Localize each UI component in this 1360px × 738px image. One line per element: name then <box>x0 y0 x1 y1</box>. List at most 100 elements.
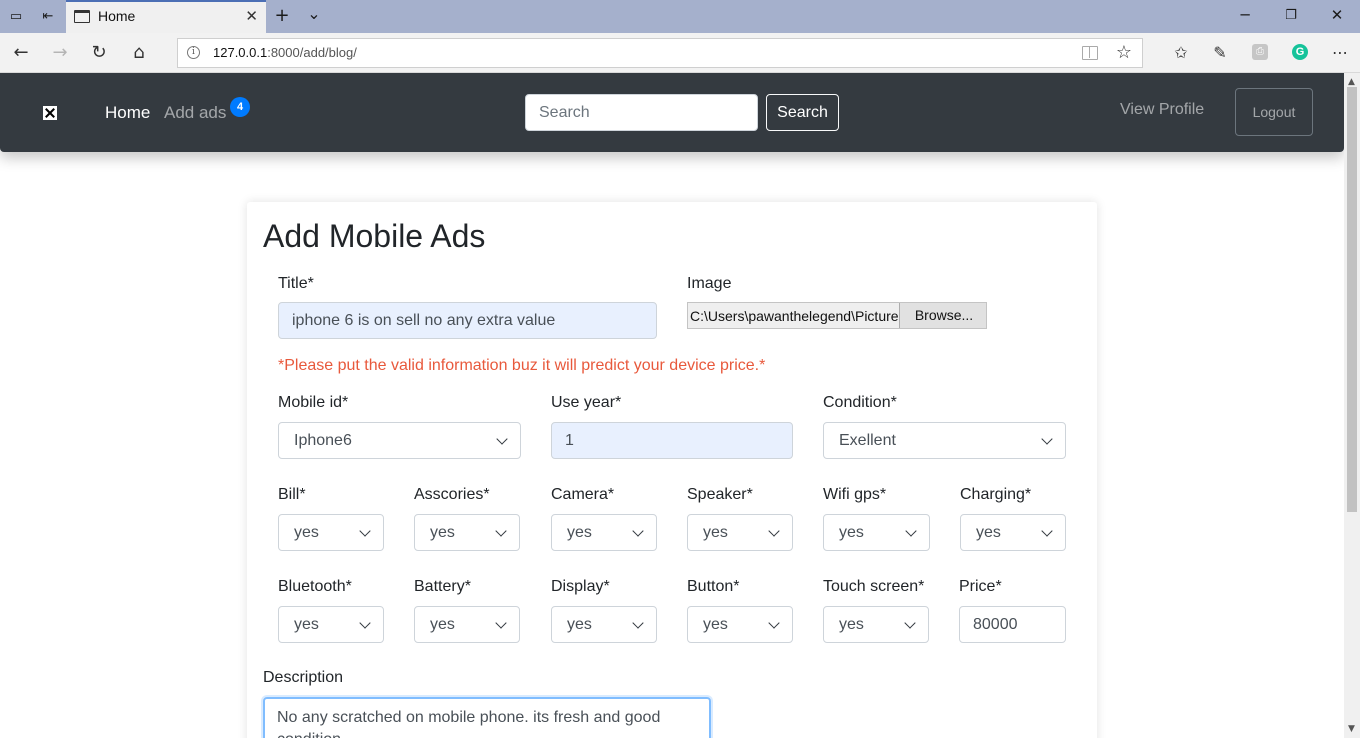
chevron-down-icon <box>495 525 507 537</box>
accessories-value: yes <box>430 524 455 541</box>
wifi-gps-label: Wifi gps* <box>823 486 887 503</box>
address-bar[interactable]: i 127.0.0.1:8000/add/blog/ ☆ <box>177 38 1143 68</box>
new-tab-icon[interactable]: + <box>274 5 290 26</box>
image-label: Image <box>687 275 732 292</box>
battery-label: Battery* <box>414 578 471 595</box>
bill-select[interactable]: yes <box>278 514 384 551</box>
pen-notes-icon[interactable]: ✎ <box>1209 42 1231 64</box>
chevron-down-icon <box>1041 433 1053 445</box>
page-scrollbar[interactable]: ▲ ▼ <box>1344 73 1360 738</box>
close-tab-icon[interactable]: ✕ <box>245 7 258 25</box>
condition-label: Condition* <box>823 394 897 411</box>
speaker-label: Speaker* <box>687 486 753 503</box>
title-label: Title* <box>278 275 314 292</box>
description-label: Description <box>263 669 344 686</box>
touch-screen-label: Touch screen* <box>823 578 925 595</box>
display-value: yes <box>567 616 592 633</box>
use-year-input[interactable]: 1 <box>551 422 793 459</box>
logout-button[interactable]: Logout <box>1235 88 1313 136</box>
favorite-star-icon[interactable]: ☆ <box>1116 42 1132 63</box>
button-select[interactable]: yes <box>687 606 793 643</box>
use-year-label: Use year* <box>551 394 622 411</box>
speaker-value: yes <box>703 524 728 541</box>
chevron-down-icon <box>904 617 916 629</box>
reading-view-icon[interactable] <box>1082 46 1098 60</box>
close-window-icon[interactable]: ✕ <box>1327 6 1347 24</box>
brand-logo-icon[interactable] <box>43 106 57 120</box>
view-profile-link[interactable]: View Profile <box>1120 101 1204 119</box>
set-tabs-aside-icon[interactable]: ⇤ <box>40 8 56 24</box>
forward-arrow-icon[interactable]: → <box>49 42 71 64</box>
description-textarea[interactable]: No any scratched on mobile phone. its fr… <box>263 697 711 738</box>
wifi-gps-value: yes <box>839 524 864 541</box>
speaker-select[interactable]: yes <box>687 514 793 551</box>
site-info-icon[interactable]: i <box>187 46 200 59</box>
battery-value: yes <box>430 616 455 633</box>
chevron-down-icon <box>768 525 780 537</box>
image-file-input[interactable]: C:\Users\pawanthelegend\Pictures Browse.… <box>687 302 987 329</box>
browser-titlebar: ▭ ⇤ Home ✕ + ⌄ ─ ❐ ✕ <box>0 0 1360 33</box>
image-file-path: C:\Users\pawanthelegend\Pictures <box>690 308 900 324</box>
title-input[interactable]: iphone 6 is on sell no any extra value <box>278 302 657 339</box>
add-ad-form-card: Add Mobile Ads Title* iphone 6 is on sel… <box>247 202 1097 738</box>
mobile-id-select[interactable]: Iphone6 <box>278 422 521 459</box>
site-navbar: Home Add ads 4 Search View Profile Logou… <box>0 73 1344 152</box>
bluetooth-select[interactable]: yes <box>278 606 384 643</box>
home-icon[interactable]: ⌂ <box>128 42 150 64</box>
mobile-id-value: Iphone6 <box>294 432 352 449</box>
wifi-gps-select[interactable]: yes <box>823 514 930 551</box>
bill-value: yes <box>294 524 319 541</box>
chevron-down-icon <box>632 525 644 537</box>
condition-value: Exellent <box>839 432 896 449</box>
tab-list-chevron-icon[interactable]: ⌄ <box>306 4 322 23</box>
touch-screen-value: yes <box>839 616 864 633</box>
validation-warning: *Please put the valid information buz it… <box>278 357 766 374</box>
bill-label: Bill* <box>278 486 306 503</box>
chevron-down-icon <box>495 617 507 629</box>
chevron-down-icon <box>768 617 780 629</box>
more-options-icon[interactable]: ⋯ <box>1329 42 1351 64</box>
favorites-list-icon[interactable]: ✩ <box>1170 42 1192 64</box>
scrollbar-thumb[interactable] <box>1347 87 1357 512</box>
page-title: Add Mobile Ads <box>263 218 486 254</box>
restore-icon[interactable]: ❐ <box>1281 8 1301 23</box>
scroll-down-icon[interactable]: ▼ <box>1348 724 1355 734</box>
back-arrow-icon[interactable]: ← <box>10 42 32 64</box>
nav-add-ads-link[interactable]: Add ads <box>164 103 226 123</box>
button-value: yes <box>703 616 728 633</box>
camera-select[interactable]: yes <box>551 514 657 551</box>
price-input[interactable]: 80000 <box>959 606 1066 643</box>
browse-button[interactable]: Browse... <box>899 303 986 328</box>
nav-home-link[interactable]: Home <box>105 103 150 123</box>
battery-select[interactable]: yes <box>414 606 520 643</box>
page-viewport: Home Add ads 4 Search View Profile Logou… <box>0 73 1344 738</box>
browser-toolbar: ← → ↻ ⌂ i 127.0.0.1:8000/add/blog/ ☆ ✩ ✎… <box>0 33 1360 73</box>
scroll-up-icon[interactable]: ▲ <box>1348 77 1355 87</box>
mobile-id-label: Mobile id* <box>278 394 349 411</box>
grammarly-extension-icon[interactable]: G <box>1292 44 1308 60</box>
chevron-down-icon <box>359 617 371 629</box>
bluetooth-value: yes <box>294 616 319 633</box>
search-input[interactable] <box>525 94 758 131</box>
accessories-select[interactable]: yes <box>414 514 520 551</box>
search-button[interactable]: Search <box>766 94 839 131</box>
camera-label: Camera* <box>551 486 615 503</box>
charging-label: Charging* <box>960 486 1032 503</box>
url-text[interactable]: 127.0.0.1:8000/add/blog/ <box>213 45 357 60</box>
display-label: Display* <box>551 578 610 595</box>
display-select[interactable]: yes <box>551 606 657 643</box>
bluetooth-label: Bluetooth* <box>278 578 352 595</box>
charging-select[interactable]: yes <box>960 514 1066 551</box>
condition-select[interactable]: Exellent <box>823 422 1066 459</box>
browser-tab-home[interactable]: Home ✕ <box>66 0 266 33</box>
ads-count-badge: 4 <box>230 97 250 117</box>
page-icon <box>74 10 90 23</box>
extension-icon[interactable]: ⎙ <box>1252 44 1268 60</box>
refresh-icon[interactable]: ↻ <box>88 42 110 64</box>
chevron-down-icon <box>1041 525 1053 537</box>
price-label: Price* <box>959 578 1002 595</box>
tab-title: Home <box>98 8 136 24</box>
touch-screen-select[interactable]: yes <box>823 606 929 643</box>
tab-actions-icon[interactable]: ▭ <box>8 8 24 24</box>
minimize-icon[interactable]: ─ <box>1235 6 1255 24</box>
